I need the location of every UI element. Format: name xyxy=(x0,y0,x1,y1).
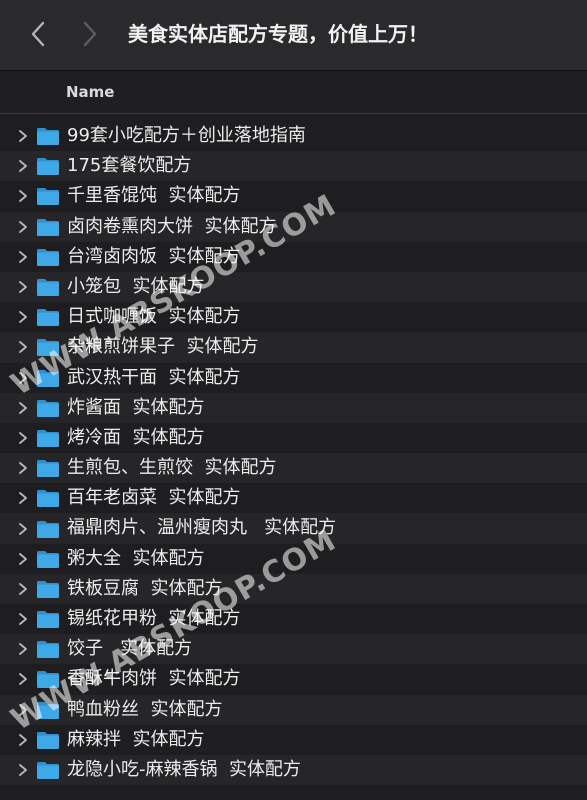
folder-name: 台湾卤肉饭 实体配方 xyxy=(67,245,241,267)
disclosure-triangle-icon[interactable] xyxy=(17,340,29,354)
folder-name: 麻辣拌 实体配方 xyxy=(67,728,205,750)
list-item[interactable]: 福鼎肉片、温州瘦肉丸 实体配方 xyxy=(0,513,587,544)
list-item[interactable]: 炸酱面 实体配方 xyxy=(0,392,587,423)
folder-name: 福鼎肉片、温州瘦肉丸 实体配方 xyxy=(67,517,337,539)
list-item[interactable]: 饺子 实体配方 xyxy=(0,634,587,665)
list-item[interactable]: 175套餐饮配方 xyxy=(0,151,587,182)
folder-icon xyxy=(37,218,59,236)
folder-icon xyxy=(37,550,59,568)
file-list: 99套小吃配方＋创业落地指南 175套餐饮配方千里香馄饨 实体配方卤肉卷熏肉大饼 … xyxy=(0,121,587,786)
disclosure-triangle-icon[interactable] xyxy=(17,189,29,203)
disclosure-triangle-icon[interactable] xyxy=(17,491,29,505)
list-item[interactable]: 杂粮煎饼果子 实体配方 xyxy=(0,332,587,363)
folder-icon xyxy=(37,369,59,387)
disclosure-triangle-icon[interactable] xyxy=(17,371,29,385)
folder-name: 日式咖喱饭 实体配方 xyxy=(67,306,241,328)
folder-icon xyxy=(37,248,59,266)
folder-icon xyxy=(37,641,59,659)
list-item[interactable]: 小笼包 实体配方 xyxy=(0,271,587,303)
disclosure-triangle-icon[interactable] xyxy=(17,159,29,173)
folder-icon xyxy=(37,460,59,478)
list-item[interactable]: 99套小吃配方＋创业落地指南 xyxy=(0,121,587,152)
folder-name: 烤冷面 实体配方 xyxy=(67,426,205,448)
folder-icon xyxy=(37,158,59,176)
finder-window: 美食实体店配方专题，价值上万！ Name 99套小吃配方＋创业落地指南 175套餐… xyxy=(0,0,587,800)
list-item[interactable]: 武汉热干面 实体配方 xyxy=(0,362,587,393)
disclosure-triangle-icon[interactable] xyxy=(17,461,29,475)
list-item[interactable]: 麻辣拌 实体配方 xyxy=(0,724,587,755)
list-item[interactable]: 卤肉卷熏肉大饼 实体配方 xyxy=(0,211,587,242)
folder-icon xyxy=(37,520,59,538)
disclosure-triangle-icon[interactable] xyxy=(17,129,29,143)
folder-icon xyxy=(37,490,59,508)
disclosure-triangle-icon[interactable] xyxy=(17,280,29,294)
list-item[interactable]: 台湾卤肉饭 实体配方 xyxy=(0,241,587,272)
folder-name: 粥大全 实体配方 xyxy=(67,547,205,569)
list-item[interactable]: 生煎包、生煎饺 实体配方 xyxy=(0,453,587,484)
folder-name: 武汉热干面 实体配方 xyxy=(67,366,241,388)
window-title: 美食实体店配方专题，价值上万！ xyxy=(128,22,428,46)
chevron-right-icon xyxy=(83,21,97,47)
back-button[interactable] xyxy=(24,18,52,50)
disclosure-triangle-icon[interactable] xyxy=(17,250,29,264)
folder-name: 小笼包 实体配方 xyxy=(67,275,205,297)
folder-icon xyxy=(37,701,59,719)
folder-name: 卤肉卷熏肉大饼 实体配方 xyxy=(67,215,277,237)
name-column-header[interactable]: Name xyxy=(66,71,114,113)
list-item[interactable]: 龙隐小吃-麻辣香锅 实体配方 xyxy=(0,754,587,786)
disclosure-triangle-icon[interactable] xyxy=(17,401,29,415)
disclosure-triangle-icon[interactable] xyxy=(17,431,29,445)
column-header-row: Name xyxy=(0,71,587,114)
disclosure-triangle-icon[interactable] xyxy=(17,220,29,234)
folder-name: 炸酱面 实体配方 xyxy=(67,396,205,418)
list-item[interactable]: 日式咖喱饭 实体配方 xyxy=(0,302,587,333)
list-item[interactable]: 鸭血粉丝 实体配方 xyxy=(0,694,587,725)
folder-icon xyxy=(37,128,59,146)
disclosure-triangle-icon[interactable] xyxy=(17,703,29,717)
folder-name: 锡纸花甲粉 实体配方 xyxy=(67,608,241,629)
forward-button[interactable] xyxy=(76,18,104,50)
disclosure-triangle-icon[interactable] xyxy=(17,612,29,626)
folder-icon xyxy=(37,309,59,327)
folder-icon xyxy=(37,399,59,417)
list-item[interactable]: 烤冷面 实体配方 xyxy=(0,422,587,454)
folder-icon xyxy=(37,580,59,598)
disclosure-triangle-icon[interactable] xyxy=(17,552,29,566)
folder-icon xyxy=(37,762,59,780)
list-item[interactable]: 锡纸花甲粉 实体配方 xyxy=(0,604,587,635)
folder-name: 千里香馄饨 实体配方 xyxy=(67,185,241,207)
disclosure-triangle-icon[interactable] xyxy=(17,763,29,777)
list-item[interactable]: 百年老卤菜 实体配方 xyxy=(0,483,587,514)
disclosure-triangle-icon[interactable] xyxy=(17,672,29,686)
title-bar: 美食实体店配方专题，价值上万！ xyxy=(0,0,587,71)
folder-icon xyxy=(37,339,59,357)
folder-name: 龙隐小吃-麻辣香锅 实体配方 xyxy=(67,758,301,780)
folder-icon xyxy=(37,429,59,447)
folder-icon xyxy=(37,731,59,749)
folder-name: 香酥牛肉饼 实体配方 xyxy=(67,668,241,690)
folder-name: 生煎包、生煎饺 实体配方 xyxy=(67,457,277,479)
folder-name: 175套餐饮配方 xyxy=(67,155,192,177)
list-item[interactable]: 粥大全 实体配方 xyxy=(0,543,587,574)
folder-name: 饺子 实体配方 xyxy=(67,638,193,660)
list-item[interactable]: 香酥牛肉饼 实体配方 xyxy=(0,664,587,695)
list-item[interactable]: 铁板豆腐 实体配方 xyxy=(0,573,587,604)
folder-name: 99套小吃配方＋创业落地指南 xyxy=(67,125,306,146)
list-item[interactable]: 千里香馄饨 实体配方 xyxy=(0,181,587,212)
chevron-left-icon xyxy=(31,21,45,47)
disclosure-triangle-icon[interactable] xyxy=(17,310,29,324)
folder-icon xyxy=(37,671,59,689)
folder-name: 杂粮煎饼果子 实体配方 xyxy=(67,336,259,358)
folder-name: 铁板豆腐 实体配方 xyxy=(67,577,223,599)
disclosure-triangle-icon[interactable] xyxy=(17,522,29,536)
disclosure-triangle-icon[interactable] xyxy=(17,582,29,596)
disclosure-triangle-icon[interactable] xyxy=(17,733,29,747)
folder-name: 鸭血粉丝 实体配方 xyxy=(67,698,223,720)
disclosure-triangle-icon[interactable] xyxy=(17,642,29,656)
folder-icon xyxy=(37,279,59,297)
folder-name: 百年老卤菜 实体配方 xyxy=(67,487,241,509)
folder-icon xyxy=(37,611,59,629)
folder-icon xyxy=(37,188,59,206)
